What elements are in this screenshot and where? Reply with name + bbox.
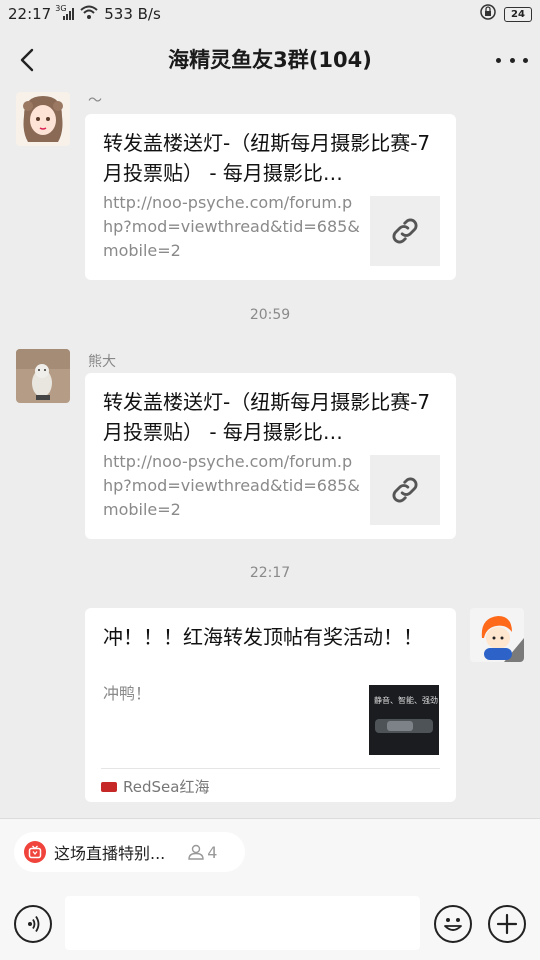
wifi-icon (80, 5, 98, 23)
more-dots-icon (496, 57, 528, 63)
emoji-icon (444, 918, 462, 931)
person-icon (188, 844, 204, 860)
link-card[interactable]: 转发盖楼送灯-（纽斯每月摄影比赛-7月投票贴） - 每月摄影比… http://… (85, 114, 456, 280)
avatar-sender-2[interactable] (16, 349, 70, 403)
live-chip-label: 这场直播特别... (54, 844, 166, 863)
timestamp: 20:59 (249, 307, 291, 323)
card-url: http://noo-psyche.com/forum.php?mod=view… (103, 452, 360, 519)
chat-header: 海精灵鱼友3群(104) (0, 28, 540, 92)
timestamp: 22:17 (249, 565, 291, 581)
network-type: 3G (55, 4, 67, 13)
link-icon (392, 477, 418, 503)
lock-rotation-icon (480, 4, 496, 24)
signal-icon: 3G (55, 4, 75, 20)
card-source: RedSea红海 (101, 776, 209, 797)
more-button[interactable] (496, 48, 528, 72)
card-title: 冲！！！红海转发顶帖有奖活动！！ (103, 625, 423, 649)
live-tv-icon (24, 841, 46, 863)
status-time: 22:17 (8, 5, 52, 23)
card-title: 转发盖楼送灯-（纽斯每月摄影比赛-7月投票贴） - 每月摄影比… (103, 131, 431, 185)
card-url: http://noo-psyche.com/forum.php?mod=view… (103, 193, 360, 260)
card-title: 转发盖楼送灯-（纽斯每月摄影比赛-7月投票贴） - 每月摄影比… (103, 390, 431, 444)
back-arrow-icon (20, 48, 34, 72)
sender-name: 熊大 (88, 354, 116, 370)
viewer-count: 4 (187, 843, 217, 862)
share-card[interactable]: 冲！！！红海转发顶帖有奖活动！！ 冲鸭！ 静音、智能、强劲 RedSea红海 (85, 608, 456, 802)
avatar-sender-1[interactable] (16, 92, 70, 146)
card-divider (101, 768, 440, 769)
link-thumbnail (370, 196, 440, 266)
sender-name: 〜 (88, 93, 102, 109)
link-icon (392, 218, 418, 244)
chat-title: 海精灵鱼友3群(104) (168, 48, 372, 72)
link-card[interactable]: 转发盖楼送灯-（纽斯每月摄影比赛-7月投票贴） - 每月摄影比… http://… (85, 373, 456, 539)
status-bar: 22:17 3G 533 B/s 24 (0, 0, 540, 28)
input-panel: 这场直播特别... 4 (0, 818, 540, 960)
voice-icon (28, 916, 40, 932)
message-input[interactable] (65, 896, 420, 950)
card-thumbnail: 静音、智能、强劲 (369, 685, 439, 755)
back-button[interactable] (12, 42, 44, 78)
voice-button[interactable] (14, 905, 52, 943)
redsea-logo-icon (101, 781, 117, 792)
plus-icon (496, 913, 518, 935)
link-thumbnail (370, 455, 440, 525)
card-description: 冲鸭！ (103, 684, 152, 703)
emoji-button[interactable] (434, 905, 472, 943)
network-speed: 533 B/s (104, 5, 161, 23)
live-stream-chip[interactable]: 这场直播特别... 4 (14, 832, 245, 872)
battery-indicator: 24 (504, 6, 532, 22)
plus-button[interactable] (488, 905, 526, 943)
avatar-self[interactable] (470, 608, 524, 662)
message-list[interactable]: 〜 转发盖楼送灯-（纽斯每月摄影比赛-7月投票贴） - 每月摄影比… http:… (0, 92, 540, 808)
